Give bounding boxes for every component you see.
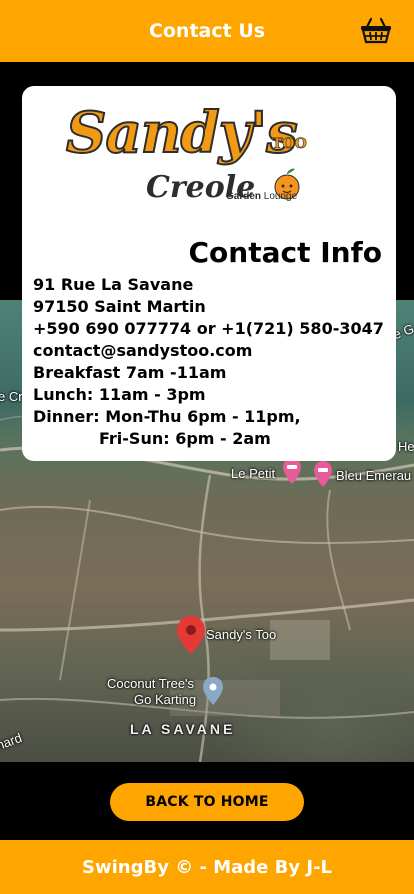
map-label-sandys: Sandy's Too — [206, 627, 277, 642]
map-label-right-mid: He — [398, 439, 414, 454]
place-pin-icon[interactable] — [203, 677, 223, 705]
contact-details: 91 Rue La Savane 97150 Saint Martin +590… — [33, 274, 393, 450]
map-label-bleu: Bleu Emerau — [336, 468, 412, 483]
dinner-hours-weekend: Fri-Sun: 6pm - 2am — [99, 429, 271, 448]
contact-info-heading: Contact Info — [188, 236, 383, 269]
footer-credit: SwingBy © - Made By J-L — [82, 856, 332, 878]
map-label-le-petit: Le Petit — [231, 466, 276, 481]
contact-card: Sandy's TOO Creole Garden Lounge Contact… — [22, 86, 396, 461]
email-line[interactable]: contact@sandystoo.com — [33, 340, 393, 362]
logo-garden-lounge: Garden Lounge — [226, 191, 298, 202]
hotel-pin-icon[interactable] — [314, 461, 332, 487]
breakfast-hours: Breakfast 7am -11am — [33, 363, 227, 382]
logo-script: Sandy's — [65, 99, 299, 167]
map-label-area: LA SAVANE — [130, 721, 236, 737]
map-label-left-edge: e Cr — [0, 389, 23, 404]
app-footer: SwingBy © - Made By J-L — [0, 840, 414, 894]
dinner-hours-weekday: Dinner: Mon-Thu 6pm - 11pm, — [33, 407, 301, 426]
map-label-coconut-1: Coconut Tree's — [107, 676, 195, 691]
basket-icon[interactable] — [360, 16, 392, 44]
page-title: Contact Us — [148, 20, 266, 42]
phone-line[interactable]: +590 690 077774 or +1(721) 580-3047 — [33, 318, 393, 340]
app-header: Contact Us — [0, 0, 414, 62]
map-label-coconut-2: Go Karting — [134, 692, 197, 707]
location-pin-icon[interactable] — [177, 616, 205, 654]
logo-too: TOO — [272, 136, 307, 153]
lunch-hours: Lunch: 11am - 3pm — [33, 385, 206, 404]
address-line: 91 Rue La Savane — [33, 275, 194, 294]
hotel-pin-icon[interactable] — [283, 458, 301, 484]
back-to-home-button[interactable]: BACK TO HOME — [110, 783, 304, 821]
restaurant-logo: Sandy's TOO Creole Garden Lounge — [65, 99, 312, 220]
postal-line: 97150 Saint Martin — [33, 297, 206, 316]
